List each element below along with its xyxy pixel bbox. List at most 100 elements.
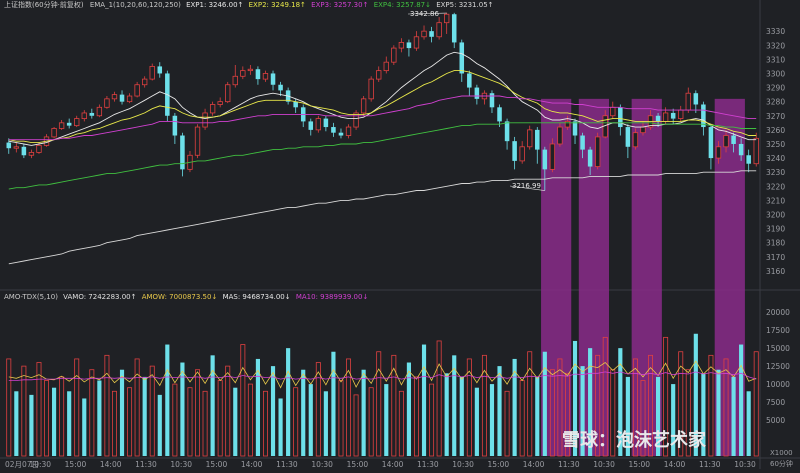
amount-bar <box>157 394 162 456</box>
candle-body <box>255 69 261 80</box>
candle-body <box>338 132 344 136</box>
amount-bar <box>376 351 382 457</box>
candle-body <box>66 122 72 126</box>
candle-body <box>111 94 118 100</box>
amount-bar <box>286 348 291 456</box>
time-tick: 14:00 <box>382 460 404 469</box>
time-tick: 10:30 <box>29 460 51 469</box>
amount-bar <box>127 387 133 457</box>
candle-body <box>625 127 631 147</box>
main-legend: 上证指数(60分钟·前复权) EMA_1(10,20,60,120,250) E… <box>4 0 494 10</box>
candle-body <box>149 66 155 80</box>
candle-body <box>353 112 359 128</box>
candle-body <box>504 121 510 142</box>
amount-bar <box>436 340 442 457</box>
amount-bar <box>731 376 736 456</box>
sub-legend: AMO-TDX(5,10) VAMO: 7242283.00↑ AMOW: 70… <box>4 293 368 301</box>
time-tick: 10:30 <box>170 460 192 469</box>
candle-body <box>685 92 691 111</box>
exp3-value: EXP3: 3257.30↑ <box>311 1 369 9</box>
time-tick: 11:30 <box>276 460 298 469</box>
candle-body <box>383 61 389 72</box>
chart-stage: 3330 3320 3310 3300 3290 3280 3270 3260 3250 3240… <box>0 0 800 469</box>
candle-body <box>104 98 110 108</box>
candle-body <box>662 112 669 122</box>
candle-body <box>715 146 722 159</box>
candle-body <box>512 141 517 161</box>
amount-bar <box>165 344 170 456</box>
candle-body <box>345 126 352 136</box>
price-tick: 3170 <box>766 253 785 262</box>
amount-bar <box>519 380 525 457</box>
amount-bar <box>270 366 276 456</box>
candle-body <box>738 143 744 156</box>
amount-bar <box>406 362 412 456</box>
amount-tick: 12500 <box>766 362 790 371</box>
amount-bar <box>195 369 201 457</box>
candle-body <box>209 104 216 114</box>
candle-body <box>81 112 87 119</box>
amount-bar <box>82 398 87 456</box>
candle-body <box>655 115 661 122</box>
time-tick: 15:00 <box>488 460 510 469</box>
candle-body <box>232 75 238 86</box>
price-tick: 3210 <box>766 196 785 205</box>
vamo-value: VAMO: 7242283.00↑ <box>63 293 137 301</box>
price-tick: 3320 <box>766 41 785 50</box>
price-tick: 3230 <box>766 168 785 177</box>
amount-bar <box>172 383 178 457</box>
amount-bar <box>278 398 283 456</box>
amount-tick: 10000 <box>766 380 790 389</box>
amount-bar <box>308 384 313 456</box>
amount-bar <box>497 366 502 456</box>
amount-bar <box>202 390 208 457</box>
time-tick: 14:00 <box>241 460 263 469</box>
price-tick: 3220 <box>766 182 785 191</box>
candle-body <box>564 121 571 128</box>
candle-body <box>746 155 751 164</box>
exp5-value: EXP5: 3231.05↑ <box>436 1 494 9</box>
amount-bar <box>739 344 744 456</box>
candle-body <box>587 149 593 167</box>
high-label: 3342.86 <box>410 10 439 18</box>
time-tick: 14:00 <box>664 460 686 469</box>
kline-chart: 3330 3320 3310 3300 3290 3280 3270 3260 3250 3240… <box>0 0 800 469</box>
amount-bar <box>240 344 246 457</box>
price-tick: 3300 <box>766 69 785 78</box>
amount-bar <box>429 383 435 457</box>
amount-bar <box>353 394 359 457</box>
candle-body <box>21 146 27 156</box>
amount-bar <box>262 390 268 457</box>
candle-body <box>331 127 336 133</box>
time-tick: 15:00 <box>347 460 369 469</box>
amount-tick: 7500 <box>766 398 785 407</box>
time-tick: 10:30 <box>593 460 615 469</box>
amount-bar <box>187 387 193 457</box>
candle-body <box>89 112 95 116</box>
candle-body <box>278 84 283 91</box>
amount-bar <box>459 376 464 456</box>
time-tick: 10:30 <box>452 460 474 469</box>
chart-title: 上证指数(60分钟·前复权) <box>4 1 84 9</box>
time-tick: 15:00 <box>206 460 228 469</box>
candle-body <box>323 118 329 128</box>
candle-body <box>142 78 148 86</box>
amount-bar <box>74 358 80 457</box>
highlight-layer <box>541 98 745 456</box>
amo-indicator-name: AMO-TDX(5,10) <box>4 293 58 301</box>
candle-body <box>542 149 548 170</box>
candle-body <box>580 135 585 150</box>
amount-bar <box>368 387 374 457</box>
candle-body <box>28 152 35 156</box>
candle-body <box>708 127 714 159</box>
amount-bar <box>384 384 389 456</box>
candle-body <box>467 73 472 88</box>
price-tick: 3280 <box>766 98 785 107</box>
amount-bar <box>716 369 721 456</box>
amount-bar <box>67 391 72 456</box>
candle-body <box>632 132 639 148</box>
amount-bar <box>217 380 223 457</box>
amount-bar <box>225 365 231 457</box>
amount-bar <box>51 387 57 456</box>
time-tick: 11:30 <box>417 460 439 469</box>
